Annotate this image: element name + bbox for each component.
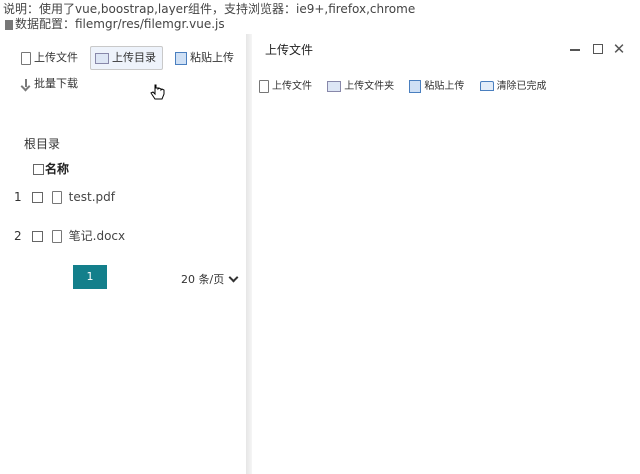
clipboard-icon	[175, 51, 187, 65]
upload-file-button[interactable]: 上传文件	[16, 46, 85, 70]
clear-completed-label: 清除已完成	[496, 81, 547, 92]
window-upload-file-label: 上传文件	[272, 81, 312, 92]
file-icon	[21, 51, 31, 65]
name-column-label: 名称	[45, 162, 70, 176]
info-line-config: 数据配置：filemgr/res/filemgr.vue.js	[3, 15, 225, 32]
upload-file-label: 上传文件	[34, 51, 78, 64]
chevron-down-icon	[228, 272, 239, 283]
minimize-icon[interactable]	[568, 42, 582, 56]
page-size-value: 20 条/页	[181, 273, 225, 286]
file-icon	[259, 79, 269, 93]
clear-icon	[479, 81, 494, 91]
close-icon[interactable]: ✕	[612, 42, 626, 57]
paste-upload-button[interactable]: 粘贴上传	[170, 46, 241, 70]
select-all-checkbox[interactable]	[33, 164, 44, 175]
upload-window-toolbar: 上传文件 上传文件夹 粘贴上传 清除已完成	[259, 77, 559, 97]
clear-completed-button[interactable]: 清除已完成	[479, 77, 547, 92]
window-upload-file-button[interactable]: 上传文件	[259, 77, 312, 93]
row-checkbox[interactable]	[32, 231, 43, 242]
window-paste-upload-button[interactable]: 粘贴上传	[409, 77, 464, 93]
folder-icon	[327, 80, 342, 92]
row-checkbox[interactable]	[32, 192, 43, 203]
row-index: 2	[14, 229, 22, 243]
root-directory-label[interactable]: 根目录	[24, 135, 60, 152]
name-column-header: 名称	[33, 160, 69, 177]
maximize-icon[interactable]	[591, 42, 605, 56]
config-text: 数据配置：filemgr/res/filemgr.vue.js	[15, 17, 225, 31]
file-icon	[51, 191, 62, 204]
hand-cursor-icon	[150, 84, 165, 100]
file-icon	[51, 230, 62, 243]
config-marker	[5, 19, 13, 30]
file-toolbar: 上传文件 上传目录 粘贴上传 批量下载	[12, 44, 243, 114]
file-name[interactable]: 笔记.docx	[69, 229, 125, 243]
batch-download-label: 批量下载	[34, 77, 78, 90]
file-manager-panel: 上传文件 上传目录 粘贴上传 批量下载 根目录 名称 1 test.pdf 2 …	[0, 32, 243, 474]
window-paste-upload-label: 粘贴上传	[424, 81, 465, 92]
window-upload-folder-button[interactable]: 上传文件夹	[327, 77, 394, 92]
upload-window: 上传文件 ✕ 上传文件 上传文件夹 粘贴上传 清除已完成	[252, 32, 640, 474]
window-upload-folder-label: 上传文件夹	[344, 81, 395, 92]
page-size-select[interactable]: 20 条/页	[181, 271, 239, 287]
clipboard-icon	[409, 79, 422, 93]
pagination: 1	[73, 265, 107, 289]
file-row[interactable]: 1 test.pdf	[14, 190, 115, 208]
upload-folder-label: 上传目录	[112, 51, 156, 64]
info-header: 说明：使用了vue,boostrap,layer组件，支持浏览器：ie9+,fi…	[0, 0, 640, 32]
file-row[interactable]: 2 笔记.docx	[14, 227, 125, 245]
current-page-button[interactable]: 1	[73, 265, 107, 289]
window-title: 上传文件	[265, 43, 314, 57]
folder-icon	[95, 52, 109, 64]
row-index: 1	[14, 190, 22, 204]
file-name[interactable]: test.pdf	[69, 190, 115, 204]
paste-upload-label: 粘贴上传	[190, 51, 234, 64]
upload-folder-button[interactable]: 上传目录	[90, 46, 163, 70]
download-icon	[21, 78, 31, 90]
batch-download-button[interactable]: 批量下载	[16, 72, 85, 96]
